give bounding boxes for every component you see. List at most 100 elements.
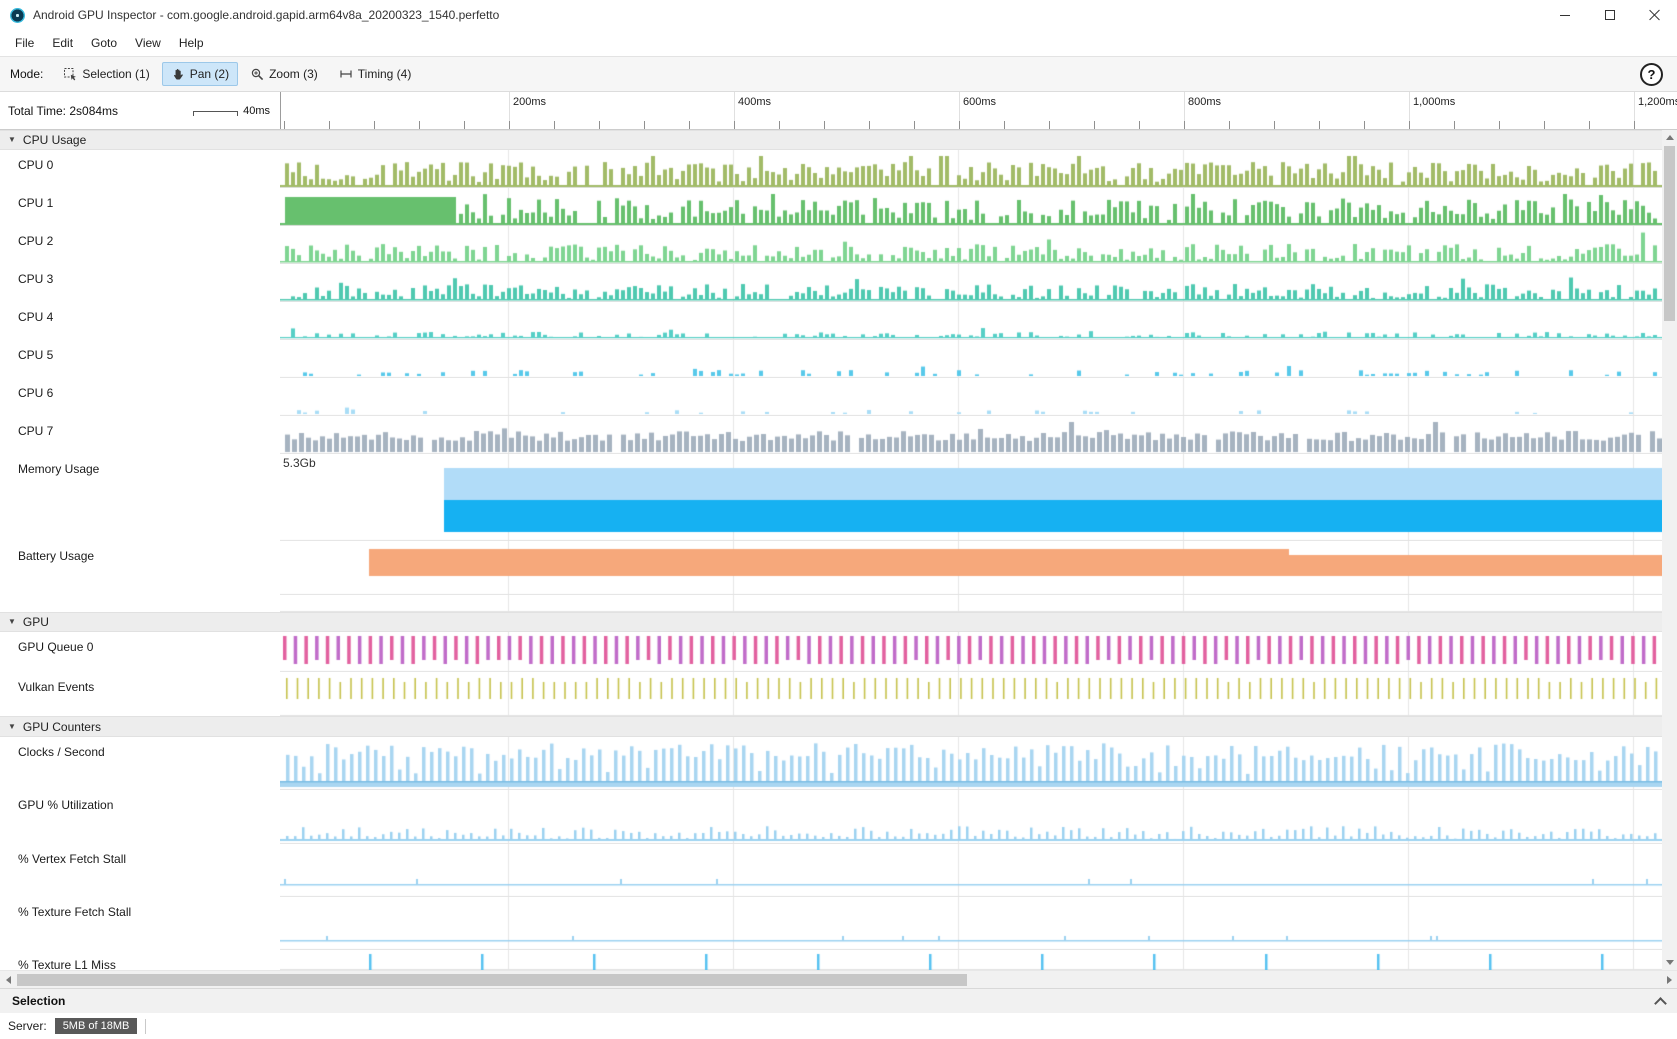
ruler-minor-tick <box>464 121 465 129</box>
track-chart-memory-usage[interactable]: 5.3Gb <box>280 454 1662 541</box>
minimize-icon <box>1560 15 1570 16</box>
ruler-minor-tick <box>1634 121 1635 129</box>
track-label: CPU 7 <box>0 416 280 454</box>
section-label: GPU <box>23 615 49 629</box>
track-chart-battery-usage[interactable] <box>280 541 1662 595</box>
chart-canvas[interactable] <box>280 416 1662 454</box>
ruler-minor-tick <box>374 121 375 129</box>
horizontal-scrollbar[interactable] <box>0 970 1677 988</box>
zoom-mode-button[interactable]: Zoom (3) <box>241 62 327 86</box>
chart-canvas[interactable] <box>280 302 1662 340</box>
track-chart-cpu-6[interactable] <box>280 378 1662 416</box>
chart-canvas[interactable] <box>280 790 1662 844</box>
scroll-up-icon <box>1666 135 1674 140</box>
zoom-mode-label: Zoom (3) <box>269 67 318 81</box>
ruler-minor-tick <box>329 121 330 129</box>
track-chart-texture-fetch-stall[interactable] <box>280 897 1662 950</box>
chart-canvas[interactable] <box>280 378 1662 416</box>
maximize-button[interactable] <box>1587 0 1632 30</box>
selection-mode-button[interactable]: Selection (1) <box>54 62 158 86</box>
track-row-cpu-2: CPU 2 <box>0 226 1677 264</box>
total-time-label: Total Time: 2s084ms <box>8 104 118 118</box>
track-chart-cpu-0[interactable] <box>280 150 1662 188</box>
empty-chart[interactable] <box>280 595 1662 612</box>
close-button[interactable] <box>1632 0 1677 30</box>
scroll-right-button[interactable] <box>1661 971 1677 988</box>
ruler-minor-tick <box>284 121 285 129</box>
ruler-minor-tick <box>1544 121 1545 129</box>
timeline-ruler: Total Time: 2s084ms 40ms 200ms400ms600ms… <box>0 92 1677 130</box>
timing-mode-button[interactable]: Timing (4) <box>330 62 421 86</box>
menu-file[interactable]: File <box>6 32 43 54</box>
menu-edit[interactable]: Edit <box>43 32 82 54</box>
chart-canvas[interactable] <box>280 226 1662 264</box>
chart-canvas[interactable] <box>280 737 1662 790</box>
track-chart-cpu-1[interactable] <box>280 188 1662 226</box>
chart-canvas[interactable] <box>280 541 1662 595</box>
app-logo-icon <box>10 8 25 23</box>
track-label: CPU 5 <box>0 340 280 378</box>
scroll-left-button[interactable] <box>0 971 16 988</box>
chart-canvas[interactable] <box>280 150 1662 188</box>
ruler-minor-tick <box>869 121 870 129</box>
horizontal-scrollbar-thumb[interactable] <box>17 974 967 986</box>
track-chart-cpu-5[interactable] <box>280 340 1662 378</box>
track-row-cpu-0: CPU 0 <box>0 150 1677 188</box>
track-chart-vertex-fetch-stall[interactable] <box>280 844 1662 897</box>
track-chart-clocks-second[interactable] <box>280 737 1662 790</box>
section-header-gpu[interactable]: ▼GPU <box>0 612 1677 632</box>
ruler-minor-tick <box>644 121 645 129</box>
collapse-panel-icon[interactable] <box>1654 997 1667 1010</box>
track-label: CPU 0 <box>0 150 280 188</box>
chart-canvas[interactable] <box>280 264 1662 302</box>
chart-canvas[interactable] <box>280 340 1662 378</box>
selection-panel-header[interactable]: Selection <box>0 988 1677 1013</box>
track-chart-cpu-7[interactable] <box>280 416 1662 454</box>
track-row-cpu-4: CPU 4 <box>0 302 1677 340</box>
track-chart-cpu-2[interactable] <box>280 226 1662 264</box>
track-chart-vulkan-events[interactable] <box>280 672 1662 716</box>
ruler-tick-label: 200ms <box>513 96 546 108</box>
server-label: Server: <box>8 1019 47 1033</box>
ruler-minor-tick <box>419 121 420 129</box>
track-chart-gpu-utilization[interactable] <box>280 790 1662 844</box>
track-chart-cpu-4[interactable] <box>280 302 1662 340</box>
chart-canvas[interactable] <box>280 595 1662 612</box>
track-row-cpu-1: CPU 1 <box>0 188 1677 226</box>
scroll-right-icon <box>1667 976 1672 984</box>
track-label: GPU Queue 0 <box>0 632 280 672</box>
chart-canvas[interactable] <box>280 672 1662 716</box>
chart-canvas[interactable] <box>280 632 1662 672</box>
ruler-minor-tick <box>914 121 915 129</box>
vertical-scrollbar[interactable] <box>1662 130 1677 970</box>
menu-help[interactable]: Help <box>170 32 213 54</box>
section-header-cpu-usage[interactable]: ▼CPU Usage <box>0 130 1677 150</box>
scroll-up-button[interactable] <box>1662 130 1677 145</box>
track-chart-texture-l1-miss[interactable] <box>280 950 1662 970</box>
chart-canvas[interactable] <box>280 454 1662 541</box>
track-row-memory-usage: Memory Usage5.3Gb <box>0 454 1677 541</box>
track-label: CPU 1 <box>0 188 280 226</box>
track-label: CPU 6 <box>0 378 280 416</box>
chart-canvas[interactable] <box>280 897 1662 950</box>
minimize-button[interactable] <box>1542 0 1587 30</box>
menu-goto[interactable]: Goto <box>82 32 126 54</box>
chart-canvas[interactable] <box>280 950 1662 970</box>
track-chart-gpu-queue-0[interactable] <box>280 632 1662 672</box>
chart-canvas[interactable] <box>280 188 1662 226</box>
pan-mode-button[interactable]: Pan (2) <box>162 62 238 86</box>
menu-view[interactable]: View <box>126 32 170 54</box>
track-chart-cpu-3[interactable] <box>280 264 1662 302</box>
vertical-scrollbar-thumb[interactable] <box>1664 146 1675 321</box>
ruler-track[interactable]: 200ms400ms600ms800ms1,000ms1,200ms <box>280 92 1677 129</box>
section-header-gpu-counters[interactable]: ▼GPU Counters <box>0 716 1677 737</box>
ruler-minor-tick <box>1004 121 1005 129</box>
pan-mode-label: Pan (2) <box>190 67 229 81</box>
spacer-row <box>0 595 1677 612</box>
help-button[interactable]: ? <box>1640 63 1663 86</box>
scale-value-label: 40ms <box>243 105 270 117</box>
scroll-left-icon <box>6 976 11 984</box>
track-row-cpu-7: CPU 7 <box>0 416 1677 454</box>
scroll-down-button[interactable] <box>1662 955 1677 970</box>
chart-canvas[interactable] <box>280 844 1662 897</box>
